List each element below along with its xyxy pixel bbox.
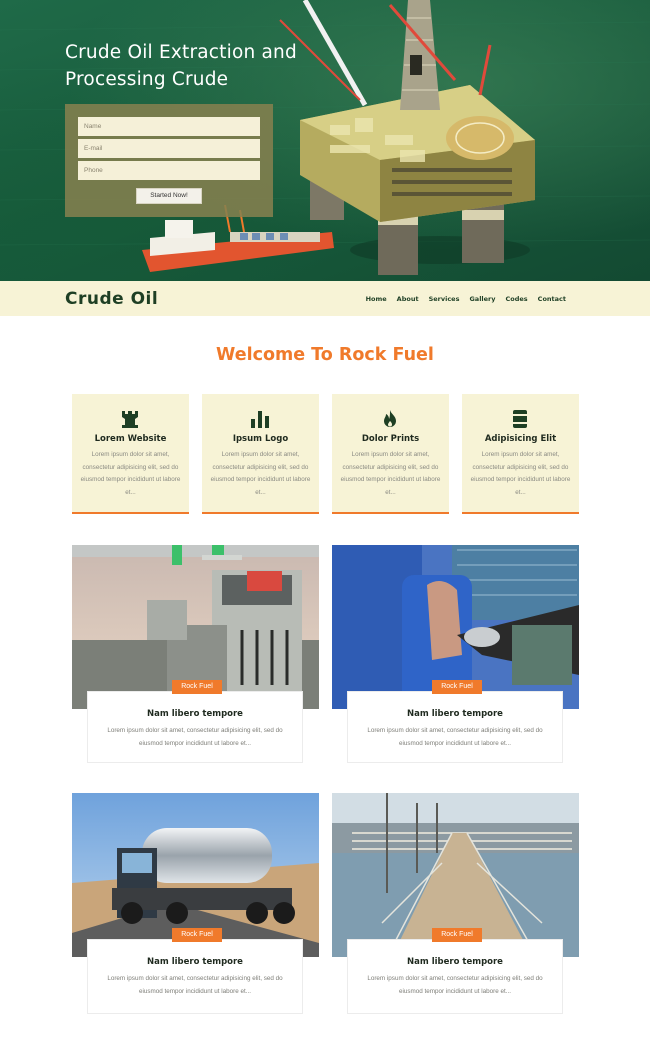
- card-text: Lorem ipsum dolor sit amet, consectetur …: [367, 727, 543, 747]
- email-input[interactable]: [78, 139, 260, 158]
- card-title: Nam libero tempore: [407, 957, 503, 967]
- nav-link-home[interactable]: Home: [366, 295, 387, 303]
- card-body: Rock Fuel Nam libero tempore Lorem ipsum…: [347, 928, 563, 1014]
- feature-title: Lorem Website: [94, 434, 167, 444]
- nav-link-services[interactable]: Services: [429, 295, 460, 303]
- feature-card: Ipsum Logo Lorem ipsum dolor sit amet, c…: [202, 394, 319, 514]
- rock-fuel-badge[interactable]: Rock Fuel: [432, 680, 482, 694]
- hero-title: Crude Oil Extraction and Processing Crud…: [65, 42, 297, 90]
- rock-fuel-badge[interactable]: Rock Fuel: [432, 928, 482, 942]
- feature-text: Lorem ipsum dolor sit amet, consectetur …: [210, 451, 311, 497]
- feature-text: Lorem ipsum dolor sit amet, consectetur …: [470, 451, 571, 497]
- nav-link-gallery[interactable]: Gallery: [469, 295, 495, 303]
- card-body: Rock Fuel Nam libero tempore Lorem ipsum…: [347, 680, 563, 763]
- card-title: Nam libero tempore: [407, 709, 503, 719]
- card-title: Nam libero tempore: [147, 709, 243, 719]
- card-body: Rock Fuel Nam libero tempore Lorem ipsum…: [87, 680, 303, 763]
- main-nav: Home About Services Gallery Codes Contac…: [366, 295, 566, 303]
- site-logo[interactable]: Crude Oil: [65, 287, 158, 311]
- feature-title: Dolor Prints: [361, 434, 420, 444]
- phone-input[interactable]: [78, 161, 260, 180]
- nav-link-about[interactable]: About: [397, 295, 419, 303]
- welcome-heading: Welcome To Rock Fuel: [216, 345, 434, 365]
- card-text: Lorem ipsum dolor sit amet, consectetur …: [107, 975, 283, 995]
- bar-chart-icon: [251, 411, 269, 428]
- card-title: Nam libero tempore: [147, 957, 243, 967]
- hero-banner: Crude Oil Extraction and Processing Crud…: [0, 0, 650, 281]
- features-row: Lorem Website Lorem ipsum dolor sit amet…: [72, 394, 579, 514]
- rock-fuel-badge[interactable]: Rock Fuel: [172, 928, 222, 942]
- feature-text: Lorem ipsum dolor sit amet, consectetur …: [340, 451, 441, 497]
- signup-form: Started Now!: [65, 104, 273, 217]
- rock-fuel-badge[interactable]: Rock Fuel: [172, 680, 222, 694]
- started-now-button[interactable]: Started Now!: [136, 188, 202, 204]
- feature-card: Dolor Prints Lorem ipsum dolor sit amet,…: [332, 394, 449, 514]
- feature-text: Lorem ipsum dolor sit amet, consectetur …: [80, 451, 181, 497]
- feature-title: Adipisicing Elit: [484, 434, 557, 444]
- card-body: Rock Fuel Nam libero tempore Lorem ipsum…: [87, 928, 303, 1014]
- feature-title: Ipsum Logo: [232, 434, 289, 444]
- card-text: Lorem ipsum dolor sit amet, consectetur …: [107, 727, 283, 747]
- feature-card: Lorem Website Lorem ipsum dolor sit amet…: [72, 394, 189, 514]
- top-navbar: Crude Oil Home About Services Gallery Co…: [0, 281, 650, 316]
- feature-card: Adipisicing Elit Lorem ipsum dolor sit a…: [462, 394, 579, 514]
- nav-link-codes[interactable]: Codes: [506, 295, 528, 303]
- card-text: Lorem ipsum dolor sit amet, consectetur …: [367, 975, 543, 995]
- name-input[interactable]: [78, 117, 260, 136]
- nav-link-contact[interactable]: Contact: [538, 295, 566, 303]
- rook-icon: [122, 411, 138, 428]
- fire-icon: [384, 410, 396, 427]
- barrel-icon: [512, 410, 528, 428]
